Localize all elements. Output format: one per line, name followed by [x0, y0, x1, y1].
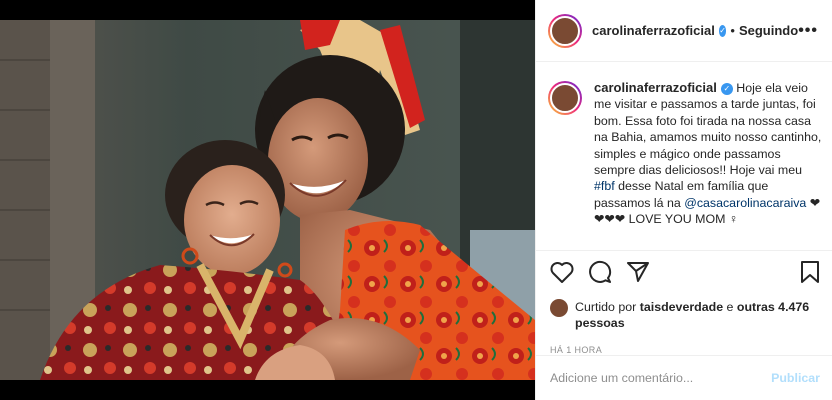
post-header: carolinaferrazoficial ✓ • Seguindo ••• — [536, 0, 832, 62]
bookmark-icon[interactable] — [800, 260, 820, 289]
caption-body-1: Hoje ela veio me visitar e passamos a ta… — [594, 81, 822, 178]
share-icon[interactable] — [626, 261, 650, 288]
avatar-image — [550, 15, 580, 46]
verified-badge-icon: ✓ — [718, 24, 727, 37]
post-actions: Curtido por taisdeverdade e outras 4.476… — [536, 250, 832, 355]
username-link[interactable]: carolinaferrazoficial — [592, 23, 715, 38]
caption-username-link[interactable]: carolinaferrazoficial — [594, 80, 717, 95]
action-icons — [550, 260, 820, 289]
comment-bar: Publicar — [536, 355, 832, 400]
more-options-icon[interactable]: ••• — [798, 22, 818, 40]
mention-link[interactable]: @casacarolinacaraiva — [684, 196, 806, 210]
post-photo[interactable] — [0, 20, 535, 380]
publish-button[interactable]: Publicar — [771, 371, 820, 385]
heart-icon[interactable] — [550, 261, 574, 288]
avatar-image — [550, 83, 580, 113]
comment-icon[interactable] — [588, 260, 612, 289]
caption-text: carolinaferrazoficial ✓ Hoje ela veio me … — [594, 80, 822, 250]
post-timestamp[interactable]: HÁ 1 HORA — [550, 345, 820, 355]
liker-avatar[interactable] — [550, 299, 568, 317]
post-caption: carolinaferrazoficial ✓ Hoje ela veio me … — [536, 62, 832, 250]
likes-text: Curtido por taisdeverdade e outras 4.476… — [575, 299, 820, 331]
post-side-panel: carolinaferrazoficial ✓ • Seguindo ••• c… — [535, 0, 832, 400]
likes-summary: Curtido por taisdeverdade e outras 4.476… — [550, 299, 820, 331]
following-button[interactable]: Seguindo — [739, 23, 798, 38]
comment-input[interactable] — [550, 371, 772, 385]
hashtag-link[interactable]: #fbf — [594, 179, 615, 193]
verified-badge-icon: ✓ — [720, 82, 733, 95]
post-media-area — [0, 0, 535, 400]
caption-avatar[interactable] — [548, 81, 582, 115]
likes-prefix: Curtido por — [575, 300, 640, 314]
profile-avatar[interactable] — [548, 13, 582, 48]
likes-middle: e — [723, 300, 737, 314]
liker-username-link[interactable]: taisdeverdade — [640, 300, 723, 314]
separator-dot: • — [730, 23, 735, 38]
